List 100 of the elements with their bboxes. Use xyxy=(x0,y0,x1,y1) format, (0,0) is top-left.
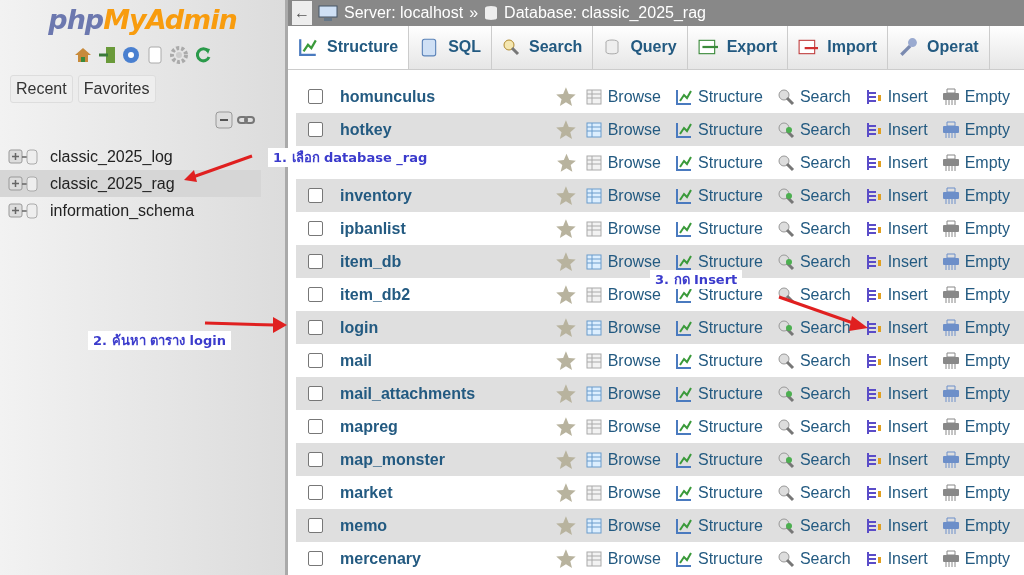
nav-button[interactable]: Recent xyxy=(10,75,73,103)
table-name[interactable]: mercenary xyxy=(340,549,555,568)
row-checkbox[interactable] xyxy=(308,485,323,500)
table-name[interactable]: ipbanlist xyxy=(340,219,555,238)
action-link[interactable]: Insert xyxy=(864,318,928,337)
action-link[interactable]: Browse xyxy=(584,483,661,502)
action-link[interactable]: Empty xyxy=(941,219,1010,238)
star-icon[interactable] xyxy=(554,514,577,537)
star-icon[interactable] xyxy=(554,415,577,438)
action-link[interactable]: Search xyxy=(776,384,851,403)
star-icon[interactable] xyxy=(554,481,577,504)
action-link[interactable]: Browse xyxy=(584,516,661,535)
action-link[interactable]: Empty xyxy=(941,549,1010,568)
server-link[interactable]: Server: localhost xyxy=(344,3,464,22)
table-name[interactable]: inventory xyxy=(340,186,555,205)
action-link[interactable]: Structure xyxy=(675,516,763,535)
star-icon[interactable] xyxy=(554,250,577,273)
expand-icon[interactable] xyxy=(8,202,38,219)
action-link[interactable]: Search xyxy=(776,516,851,535)
action-link[interactable]: Search xyxy=(776,549,851,568)
row-checkbox[interactable] xyxy=(308,287,323,302)
database-name[interactable]: information_schema xyxy=(50,201,195,220)
action-link[interactable]: Empty xyxy=(941,516,1010,535)
expand-icon[interactable] xyxy=(8,175,38,192)
action-link[interactable]: Structure xyxy=(675,351,763,370)
action-link[interactable]: Search xyxy=(776,186,851,205)
action-link[interactable]: Search xyxy=(776,483,851,502)
row-checkbox[interactable] xyxy=(308,452,323,467)
action-link[interactable]: Structure xyxy=(675,450,763,469)
expand-icon[interactable] xyxy=(8,148,38,165)
action-link[interactable]: Structure xyxy=(675,120,763,139)
tab[interactable]: Operat xyxy=(888,25,990,69)
table-name[interactable]: map_monster xyxy=(340,450,555,469)
row-checkbox[interactable] xyxy=(308,419,323,434)
star-icon[interactable] xyxy=(554,316,577,339)
database-item[interactable]: classic_2025_log xyxy=(0,143,261,170)
action-link[interactable]: Insert xyxy=(864,120,928,139)
action-link[interactable]: Browse xyxy=(584,318,661,337)
action-link[interactable]: Empty xyxy=(941,417,1010,436)
action-link[interactable]: Insert xyxy=(864,87,928,106)
action-link[interactable]: Insert xyxy=(864,153,928,172)
action-link[interactable]: Search xyxy=(776,351,851,370)
row-checkbox[interactable] xyxy=(308,386,323,401)
action-link[interactable]: Empty xyxy=(941,120,1010,139)
table-name[interactable]: login xyxy=(340,318,555,337)
star-icon[interactable] xyxy=(554,547,577,570)
star-icon[interactable] xyxy=(556,151,577,174)
star-icon[interactable] xyxy=(554,448,577,471)
row-checkbox[interactable] xyxy=(308,518,323,533)
tab[interactable]: Query xyxy=(593,25,688,69)
back-button[interactable]: ← xyxy=(292,0,312,25)
action-link[interactable]: Search xyxy=(776,285,851,304)
action-link[interactable]: Empty xyxy=(941,450,1010,469)
tab[interactable]: Search xyxy=(492,25,594,69)
table-name[interactable]: item_db xyxy=(340,252,555,271)
star-icon[interactable] xyxy=(554,382,577,405)
action-link[interactable]: Empty xyxy=(941,318,1010,337)
action-link[interactable]: Search xyxy=(776,318,851,337)
action-link[interactable]: Insert xyxy=(864,549,928,568)
action-link[interactable]: Empty xyxy=(941,87,1010,106)
action-link[interactable]: Search xyxy=(776,450,851,469)
action-link[interactable]: Insert xyxy=(864,384,928,403)
star-icon[interactable] xyxy=(554,85,577,108)
action-link[interactable]: Insert xyxy=(864,219,928,238)
action-link[interactable]: Browse xyxy=(584,252,661,271)
table-name[interactable]: hotkey xyxy=(340,120,555,139)
action-link[interactable]: Insert xyxy=(864,351,928,370)
action-link[interactable]: Browse xyxy=(584,87,661,106)
action-link[interactable]: Browse xyxy=(584,417,661,436)
nav-button[interactable]: Favorites xyxy=(77,75,156,103)
action-link[interactable]: Insert xyxy=(864,417,928,436)
action-link[interactable]: Structure xyxy=(675,219,763,238)
action-link[interactable]: Structure xyxy=(675,417,763,436)
row-checkbox[interactable] xyxy=(308,551,323,566)
table-name[interactable]: mapreg xyxy=(340,417,555,436)
collapse-icon[interactable] xyxy=(215,111,233,129)
database-name[interactable]: classic_2025_log xyxy=(50,147,173,166)
action-link[interactable]: Search xyxy=(776,219,851,238)
table-name[interactable]: mail_attachments xyxy=(340,384,555,403)
action-link[interactable]: Structure xyxy=(675,318,763,337)
action-link[interactable]: Insert xyxy=(864,285,928,304)
action-link[interactable]: Structure xyxy=(675,87,763,106)
action-link[interactable]: Browse xyxy=(584,219,661,238)
action-link[interactable]: Empty xyxy=(941,285,1010,304)
tab[interactable]: Structure xyxy=(288,25,410,69)
action-link[interactable]: Browse xyxy=(584,120,661,139)
action-link[interactable]: Structure xyxy=(675,384,763,403)
action-link[interactable]: Empty xyxy=(941,252,1010,271)
action-link[interactable]: Empty xyxy=(941,186,1010,205)
action-link[interactable]: Empty xyxy=(941,483,1010,502)
action-link[interactable]: Empty xyxy=(941,153,1010,172)
action-link[interactable]: Browse xyxy=(584,186,661,205)
action-link[interactable]: Insert xyxy=(864,186,928,205)
action-link[interactable]: Browse xyxy=(584,549,661,568)
action-link[interactable]: Insert xyxy=(864,516,928,535)
action-link[interactable]: Structure xyxy=(675,549,763,568)
action-link[interactable]: Structure xyxy=(675,483,763,502)
row-checkbox[interactable] xyxy=(308,122,323,137)
table-name[interactable]: memo xyxy=(340,516,555,535)
action-link[interactable]: Browse xyxy=(584,450,661,469)
